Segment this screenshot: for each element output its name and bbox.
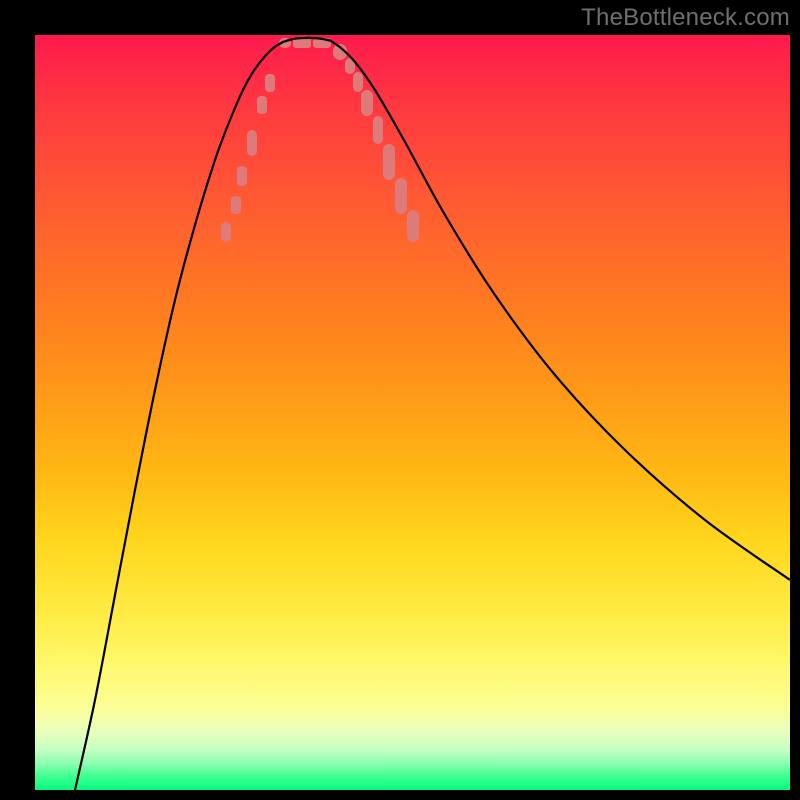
curve-layer (35, 35, 790, 790)
bottleneck-curve (75, 38, 790, 790)
marker-layer (221, 38, 419, 242)
curve-marker (395, 178, 407, 214)
curve-marker (383, 144, 395, 180)
curve-marker (407, 210, 419, 242)
curve-marker (257, 96, 267, 114)
plot-area (35, 35, 790, 790)
curve-marker (247, 130, 257, 156)
curve-marker (353, 72, 363, 92)
curve-marker (373, 116, 383, 144)
chart-frame: TheBottleneck.com (0, 0, 800, 800)
watermark-text: TheBottleneck.com (581, 4, 790, 32)
curve-marker (361, 90, 373, 116)
curve-marker (221, 222, 231, 242)
curve-marker (237, 166, 247, 186)
curve-marker (231, 196, 241, 214)
curve-marker (265, 74, 275, 92)
